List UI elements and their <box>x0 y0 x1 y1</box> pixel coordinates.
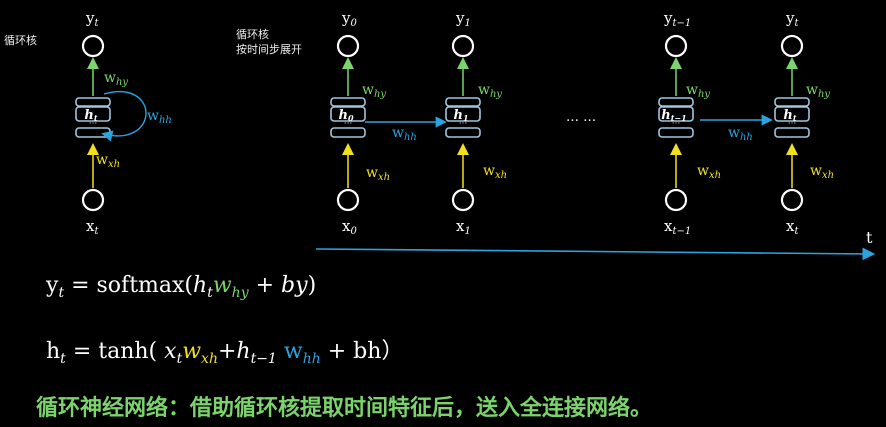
w-hh-0-1: whh <box>392 125 417 143</box>
w-hy-0: why <box>362 82 387 100</box>
left-title: 循环核 <box>4 34 37 47</box>
w-xh-1: wxh <box>483 163 508 181</box>
w-hy-tm1: why <box>686 82 711 100</box>
y-label-0: y0 <box>342 9 357 29</box>
output-neuron-0 <box>336 34 360 58</box>
cell-bottom-1 <box>445 127 481 138</box>
equation-output: yt = softmax(htwhy + by) <box>46 273 317 301</box>
output-neuron-1 <box>451 34 475 58</box>
y-label-tm1: yt−1 <box>664 9 692 29</box>
cell-bottom-left <box>75 127 111 138</box>
equation-hidden: ht = tanh( xtwxh+ht−1 whh + bh） <box>46 339 404 367</box>
input-neuron-left <box>81 188 105 212</box>
output-neuron-left <box>81 34 105 58</box>
x-label-left: xt <box>86 217 99 237</box>
right-title-line1: 循环核 <box>236 28 269 41</box>
x-label-1: x1 <box>456 217 471 237</box>
input-neuron-1 <box>451 188 475 212</box>
output-neuron-tm1 <box>664 34 688 58</box>
caption: 循环神经网络：借助循环核提取时间特征后，送入全连接网络。 <box>36 396 653 421</box>
cell-top-t <box>774 97 810 107</box>
cell-top-0 <box>330 97 366 107</box>
ellipsis: … … <box>566 110 597 125</box>
input-neuron-0 <box>336 188 360 212</box>
output-neuron-t <box>780 34 804 58</box>
w-xh-0: wxh <box>366 165 391 183</box>
w-hh-tm1-t: whh <box>728 125 753 143</box>
w-xh-left: wxh <box>96 152 121 170</box>
w-xh-t: wxh <box>810 163 835 181</box>
x-label-t: xt <box>786 217 799 237</box>
cell-top-left <box>75 97 111 107</box>
cell-top-1 <box>445 97 481 107</box>
cell-bottom-0 <box>330 127 366 138</box>
w-hh-left: whh <box>147 108 172 126</box>
input-neuron-t <box>780 188 804 212</box>
w-hy-left: why <box>104 70 129 88</box>
cell-bottom-t <box>774 127 810 138</box>
x-label-tm1: xt−1 <box>664 217 692 237</box>
y-label-t: yt <box>786 9 799 29</box>
w-hy-1: why <box>478 82 503 100</box>
y-label-left: yt <box>86 9 99 29</box>
w-hy-t: why <box>806 82 831 100</box>
y-label-1: y1 <box>456 9 471 29</box>
w-xh-tm1: wxh <box>697 163 722 181</box>
x-label-0: x0 <box>342 217 357 237</box>
right-title-line2: 按时间步展开 <box>236 43 302 56</box>
input-neuron-tm1 <box>664 188 688 212</box>
time-axis-label: t <box>866 228 873 247</box>
time-axis <box>315 247 876 261</box>
cell-bottom-tm1 <box>658 127 694 138</box>
